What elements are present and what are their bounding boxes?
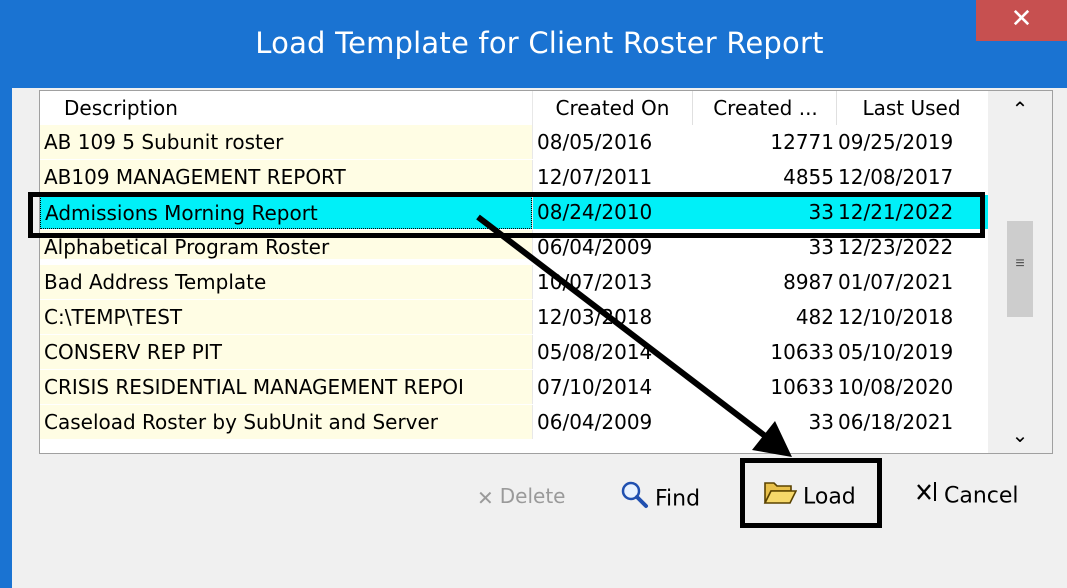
row-created-on: 05/08/2014 xyxy=(532,335,692,369)
delete-icon: ✕ xyxy=(477,485,494,510)
row-created-by: 8987 xyxy=(692,265,836,299)
row-description: CONSERV REP PIT xyxy=(40,335,532,369)
scroll-thumb[interactable]: ≡ xyxy=(1007,221,1033,317)
title-bar[interactable]: Load Template for Client Roster Report ✕ xyxy=(12,0,1067,88)
row-created-on: 06/04/2009 xyxy=(532,405,692,439)
row-created-by: 10633 xyxy=(692,335,836,369)
cancel-label: Cancel xyxy=(944,483,1019,509)
row-description: AB109 MANAGEMENT REPORT xyxy=(40,160,532,194)
column-header-created-on[interactable]: Created On xyxy=(532,91,692,125)
table-row[interactable]: Caseload Roster by SubUnit and Server 06… xyxy=(40,405,988,439)
row-created-on: 08/05/2016 xyxy=(532,125,692,159)
cancel-icon xyxy=(916,479,938,514)
row-description: C:\TEMP\TEST xyxy=(40,300,532,334)
cancel-button[interactable]: Cancel xyxy=(916,479,1019,513)
template-list[interactable]: Description Created On Created ... Last … xyxy=(39,90,1053,454)
find-label: Find xyxy=(655,486,701,512)
row-created-by: 4855 xyxy=(692,160,836,194)
table-row[interactable]: CRISIS RESIDENTIAL MANAGEMENT REPOI 07/1… xyxy=(40,370,988,404)
table-row[interactable]: CONSERV REP PIT 05/08/2014 10633 05/10/2… xyxy=(40,335,988,369)
table-row[interactable]: AB 109 5 Subunit roster 08/05/2016 12771… xyxy=(40,125,988,159)
row-last-used: 12/10/2018 xyxy=(836,300,988,334)
column-header-last-used[interactable]: Last Used xyxy=(836,91,988,125)
table-row[interactable]: C:\TEMP\TEST 12/03/2018 482 12/10/2018 xyxy=(40,300,988,334)
close-button[interactable]: ✕ xyxy=(976,0,1067,41)
row-created-by: 10633 xyxy=(692,370,836,404)
vertical-scrollbar[interactable]: ⌃ ≡ ⌄ xyxy=(988,91,1052,453)
delete-label: Delete xyxy=(499,484,566,508)
row-description: Caseload Roster by SubUnit and Server xyxy=(40,405,532,439)
row-description: Bad Address Template xyxy=(40,265,532,299)
column-header-description[interactable]: Description xyxy=(40,91,532,125)
table-row[interactable]: Bad Address Template 10/07/2013 8987 01/… xyxy=(40,265,988,299)
row-created-on: 10/07/2013 xyxy=(532,265,692,299)
row-last-used: 12/08/2017 xyxy=(836,160,988,194)
grip-icon: ≡ xyxy=(1015,255,1025,272)
highlight-load-button xyxy=(740,458,882,528)
row-last-used: 09/25/2019 xyxy=(836,125,988,159)
dialog-window: Load Template for Client Roster Report ✕… xyxy=(0,0,1067,588)
row-description: AB 109 5 Subunit roster xyxy=(40,125,532,159)
close-icon: ✕ xyxy=(1010,4,1033,34)
row-created-on: 07/10/2014 xyxy=(532,370,692,404)
dialog-body: Description Created On Created ... Last … xyxy=(12,88,1067,588)
find-button[interactable]: Find xyxy=(619,479,700,513)
row-last-used: 10/08/2020 xyxy=(836,370,988,404)
list-header: Description Created On Created ... Last … xyxy=(40,91,988,125)
magnifier-icon xyxy=(619,479,649,520)
row-created-by: 12771 xyxy=(692,125,836,159)
row-last-used: 05/10/2019 xyxy=(836,335,988,369)
highlight-selected-row xyxy=(28,192,985,238)
row-description: CRISIS RESIDENTIAL MANAGEMENT REPOI xyxy=(40,370,532,404)
scroll-down-icon[interactable]: ⌄ xyxy=(988,417,1052,453)
delete-button: ✕ Delete xyxy=(477,479,565,513)
row-created-on: 12/07/2011 xyxy=(532,160,692,194)
row-last-used: 06/18/2021 xyxy=(836,405,988,439)
column-header-created-by[interactable]: Created ... xyxy=(692,91,836,125)
row-created-by: 482 xyxy=(692,300,836,334)
window-title: Load Template for Client Roster Report xyxy=(255,26,824,60)
table-row[interactable]: AB109 MANAGEMENT REPORT 12/07/2011 4855 … xyxy=(40,160,988,194)
row-created-by: 33 xyxy=(692,405,836,439)
scroll-up-icon[interactable]: ⌃ xyxy=(988,91,1052,127)
row-created-on: 12/03/2018 xyxy=(532,300,692,334)
row-last-used: 01/07/2021 xyxy=(836,265,988,299)
